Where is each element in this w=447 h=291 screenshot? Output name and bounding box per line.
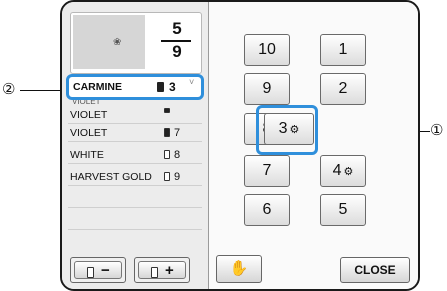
spool-icon — [164, 128, 170, 137]
spool-6-button[interactable]: 6 — [244, 194, 290, 226]
selected-spool-number: 3 — [169, 80, 176, 94]
selected-color-row[interactable]: CARMINE 3 ˅ — [66, 74, 204, 100]
minus-icon: − — [101, 262, 110, 279]
spool-2-button[interactable]: 2 — [320, 73, 366, 105]
hand-icon: ✋ — [229, 260, 249, 277]
selected-spool-highlight — [256, 105, 318, 155]
spool-9-button[interactable]: 9 — [244, 73, 290, 105]
partial-row: VIOLET — [72, 100, 101, 105]
spool-4-button[interactable]: 4 ⚙ — [320, 155, 366, 187]
plus-icon: + — [165, 262, 174, 279]
spool-plus-button[interactable]: + — [134, 257, 190, 283]
current-color-number: 5 — [172, 19, 182, 38]
color-order-list-pane: ❀ 5 9 CARMINE 3 ˅ VIOLET VIOLET VIOLET 7… — [62, 2, 208, 289]
spool-minus-button[interactable]: − — [70, 257, 126, 283]
spool-icon — [164, 150, 170, 159]
spool-stand-icon: ⚙ — [343, 166, 354, 178]
pattern-preview: ❀ 5 9 — [70, 12, 202, 74]
spool-icon — [164, 172, 170, 181]
spool-icon — [157, 82, 164, 92]
spool-icon — [151, 267, 158, 278]
callout-2: ② — [2, 81, 16, 98]
empty-row — [68, 212, 202, 230]
spool-icon — [87, 267, 94, 278]
hand-scroll-button[interactable]: ✋ — [216, 255, 262, 283]
scroll-mark-icon: ˅ — [189, 77, 195, 87]
list-item[interactable]: VIOLET — [68, 106, 202, 124]
spool-10-button[interactable]: 10 — [244, 34, 290, 66]
total-color-count: 9 — [172, 42, 182, 61]
list-item[interactable]: HARVEST GOLD 9 — [68, 168, 202, 186]
callout-2-leader — [20, 90, 64, 91]
empty-row — [68, 190, 202, 208]
pattern-thumbnail: ❀ — [73, 15, 145, 69]
list-item[interactable]: VIOLET 7 — [68, 124, 202, 142]
spool-5-button[interactable]: 5 — [320, 194, 366, 226]
thread-color-panel: ❀ 5 9 CARMINE 3 ˅ VIOLET VIOLET VIOLET 7… — [60, 0, 420, 291]
list-item[interactable]: WHITE 8 — [68, 146, 202, 164]
spool-1-button[interactable]: 1 — [320, 34, 366, 66]
close-button[interactable]: CLOSE — [340, 257, 410, 283]
spool-icon — [164, 108, 170, 113]
callout-1: ① — [430, 122, 444, 139]
spool-7-button[interactable]: 7 — [244, 155, 290, 187]
selected-color-name: CARMINE — [73, 81, 122, 93]
pattern-mark-icon: ❀ — [113, 37, 122, 48]
